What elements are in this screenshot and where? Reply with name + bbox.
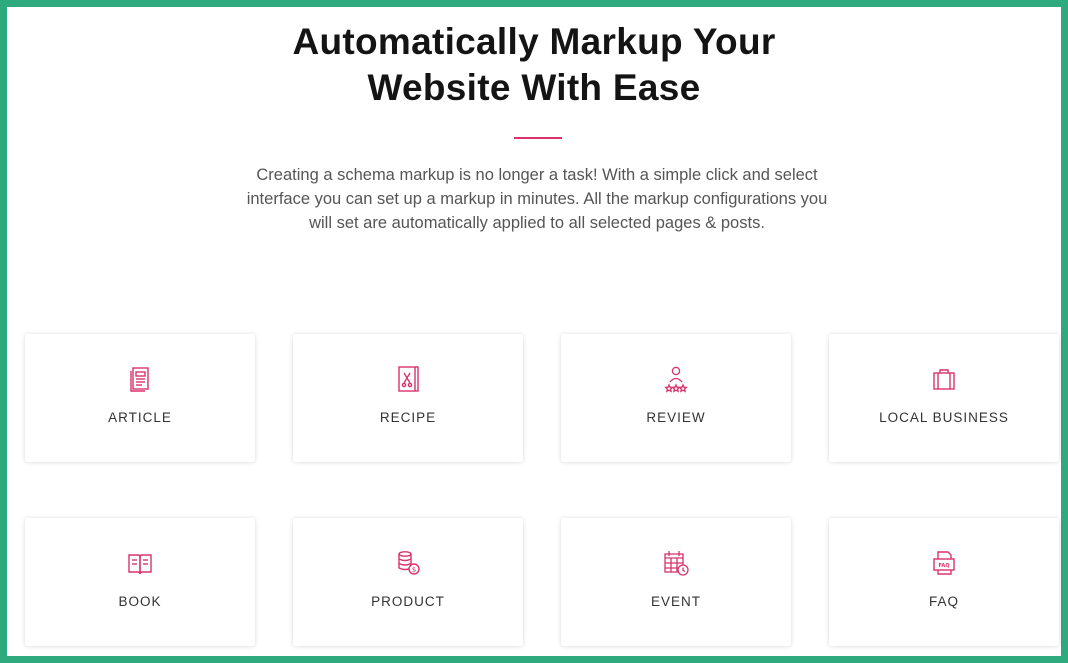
card-book[interactable]: BOOK <box>25 518 255 646</box>
review-icon <box>661 364 691 394</box>
intro-line-2: interface you can set up a markup in min… <box>246 190 828 208</box>
page-title-line-1: Automatically Markup Your <box>292 21 776 62</box>
svg-text:$: $ <box>412 566 416 574</box>
card-label: LOCAL BUSINESS <box>879 410 1009 425</box>
local-business-icon <box>929 364 959 394</box>
intro-line-1: Creating a schema markup is no longer a … <box>256 166 818 184</box>
intro-text: Creating a schema markup is no longer a … <box>197 163 877 235</box>
card-label: ARTICLE <box>108 410 172 425</box>
card-article[interactable]: ARTICLE <box>25 334 255 462</box>
card-faq[interactable]: FAQ FAQ <box>829 518 1059 646</box>
recipe-icon <box>393 364 423 394</box>
book-icon <box>125 548 155 578</box>
event-icon <box>661 548 691 578</box>
card-label: FAQ <box>928 594 959 609</box>
page-title: Automatically Markup Your Website With E… <box>7 19 1061 111</box>
card-review[interactable]: REVIEW <box>561 334 791 462</box>
card-product[interactable]: $ PRODUCT <box>293 518 523 646</box>
card-label: EVENT <box>650 594 701 609</box>
svg-text:FAQ: FAQ <box>939 563 950 569</box>
card-label: REVIEW <box>646 410 706 425</box>
card-label: RECIPE <box>379 410 437 425</box>
article-icon <box>125 364 155 394</box>
faq-icon: FAQ <box>929 548 959 578</box>
page-title-line-2: Website With Ease <box>367 67 701 108</box>
intro-line-3: will set are automatically applied to al… <box>309 214 765 232</box>
card-label: BOOK <box>118 594 162 609</box>
card-local-business[interactable]: LOCAL BUSINESS <box>829 334 1059 462</box>
page-frame: Automatically Markup Your Website With E… <box>0 0 1068 663</box>
card-label: PRODUCT <box>371 594 445 609</box>
title-divider <box>514 137 562 139</box>
product-icon: $ <box>393 548 423 578</box>
card-event[interactable]: EVENT <box>561 518 791 646</box>
card-recipe[interactable]: RECIPE <box>293 334 523 462</box>
